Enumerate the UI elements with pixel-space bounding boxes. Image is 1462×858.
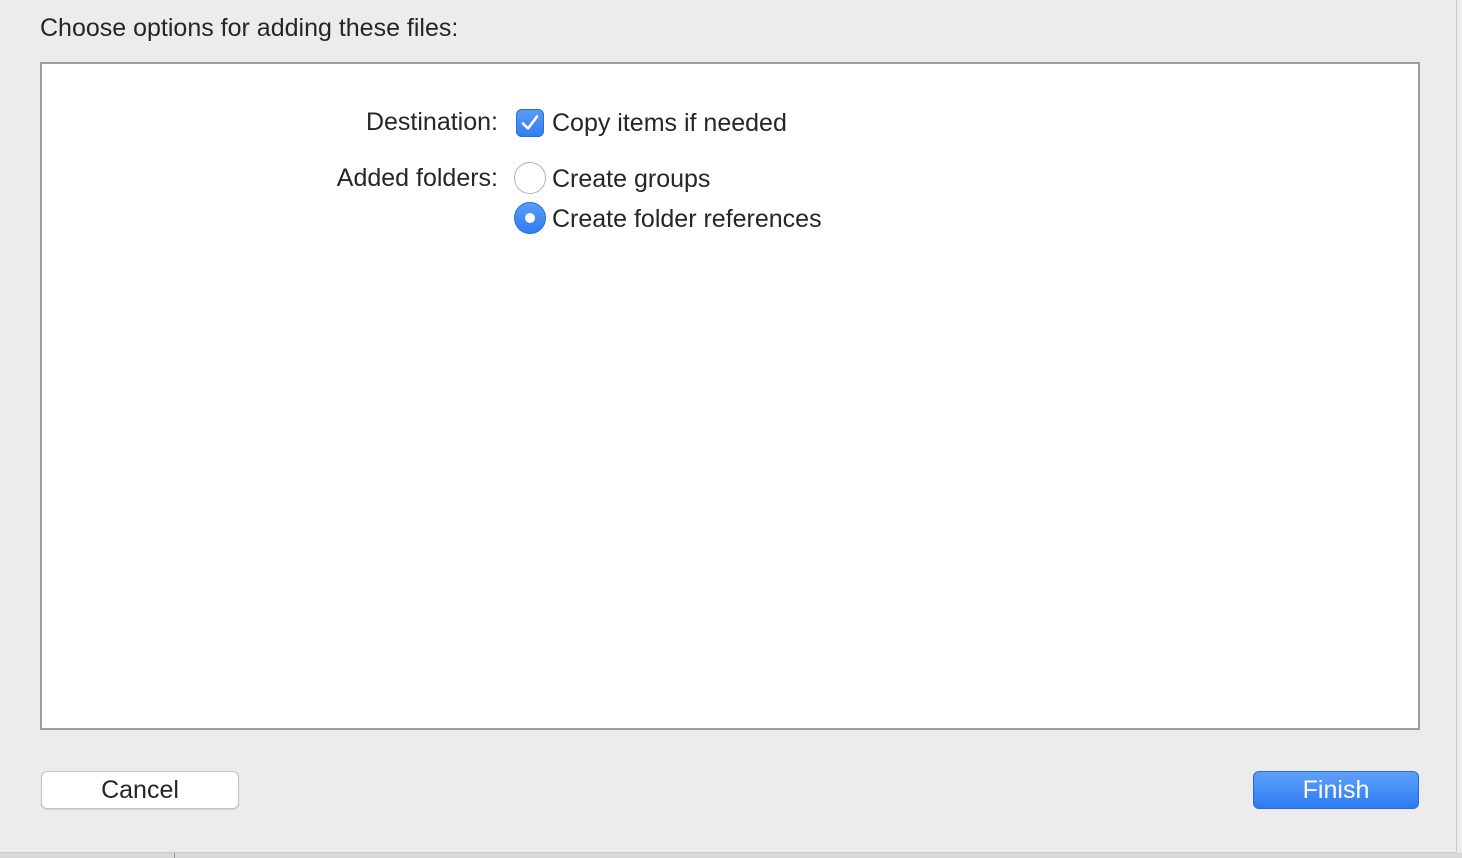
copy-items-label[interactable]: Copy items if needed bbox=[552, 109, 787, 138]
options-panel: Destination: Copy items if needed Added … bbox=[40, 62, 1420, 730]
add-files-options-sheet: Choose options for adding these files: D… bbox=[0, 0, 1457, 853]
create-groups-label[interactable]: Create groups bbox=[552, 165, 710, 194]
cancel-button[interactable]: Cancel bbox=[41, 771, 239, 809]
copy-items-checkbox[interactable] bbox=[516, 109, 544, 137]
sheet-title: Choose options for adding these files: bbox=[40, 14, 459, 42]
create-groups-radio[interactable] bbox=[514, 162, 546, 194]
finish-button[interactable]: Finish bbox=[1253, 771, 1419, 809]
checkmark-icon bbox=[521, 115, 539, 130]
create-folder-references-radio[interactable] bbox=[514, 202, 546, 234]
added-folders-label: Added folders: bbox=[336, 164, 498, 192]
destination-label: Destination: bbox=[365, 108, 498, 136]
pane-divider bbox=[174, 853, 175, 858]
radio-selected-dot bbox=[525, 213, 535, 223]
window-bottom-edge bbox=[0, 853, 1462, 858]
create-folder-references-label[interactable]: Create folder references bbox=[552, 205, 822, 234]
